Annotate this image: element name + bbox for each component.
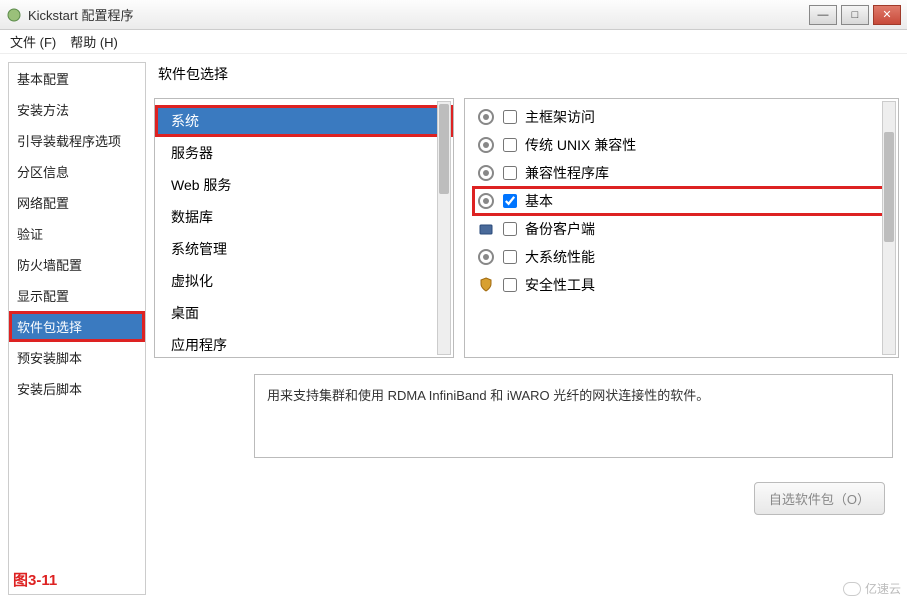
custom-packages-button[interactable]: 自选软件包（O） xyxy=(754,482,885,515)
menubar: 文件 (F) 帮助 (H) xyxy=(0,30,907,54)
package-item[interactable]: 备份客户端 xyxy=(473,215,890,243)
package-item[interactable]: 主框架访问 xyxy=(473,103,890,131)
box-icon xyxy=(477,220,495,238)
shield-icon xyxy=(477,276,495,294)
package-checkbox[interactable] xyxy=(503,250,517,264)
maximize-button[interactable]: □ xyxy=(841,5,869,25)
scrollbar[interactable] xyxy=(437,101,451,355)
package-item[interactable]: 传统 UNIX 兼容性 xyxy=(473,131,890,159)
package-item[interactable]: 兼容性程序库 xyxy=(473,159,890,187)
package-label: 基本 xyxy=(525,191,553,211)
app-icon xyxy=(6,7,22,23)
package-checkbox[interactable] xyxy=(503,194,517,208)
sidebar-item[interactable]: 分区信息 xyxy=(9,156,145,187)
package-checkbox[interactable] xyxy=(503,166,517,180)
package-label: 兼容性程序库 xyxy=(525,163,609,183)
close-button[interactable]: ✕ xyxy=(873,5,901,25)
sidebar-item[interactable]: 预安装脚本 xyxy=(9,342,145,373)
package-label: 安全性工具 xyxy=(525,275,595,295)
page-title: 软件包选择 xyxy=(154,62,899,90)
gear-icon xyxy=(477,108,495,126)
sidebar-item[interactable]: 网络配置 xyxy=(9,187,145,218)
scrollbar[interactable] xyxy=(882,101,896,355)
category-item[interactable]: 应用程序 xyxy=(155,329,453,358)
category-item[interactable]: 系统 xyxy=(155,105,453,137)
menu-file[interactable]: 文件 (F) xyxy=(10,32,56,51)
package-label: 主框架访问 xyxy=(525,107,595,127)
category-item[interactable]: 系统管理 xyxy=(155,233,453,265)
sidebar-item[interactable]: 防火墙配置 xyxy=(9,249,145,280)
package-checkbox[interactable] xyxy=(503,110,517,124)
gear-icon xyxy=(477,164,495,182)
package-checkbox[interactable] xyxy=(503,278,517,292)
minimize-button[interactable]: — xyxy=(809,5,837,25)
window-title: Kickstart 配置程序 xyxy=(28,5,803,24)
watermark-logo-icon xyxy=(843,582,861,596)
description-box: 用来支持集群和使用 RDMA InfiniBand 和 iWARO 光纤的网状连… xyxy=(254,374,893,458)
category-list: 系统服务器Web 服务数据库系统管理虚拟化桌面应用程序 xyxy=(154,98,454,358)
sidebar-item[interactable]: 显示配置 xyxy=(9,280,145,311)
category-item[interactable]: 桌面 xyxy=(155,297,453,329)
category-item[interactable]: 虚拟化 xyxy=(155,265,453,297)
package-checkbox[interactable] xyxy=(503,222,517,236)
package-item[interactable]: 基本 xyxy=(473,187,890,215)
category-item[interactable]: 服务器 xyxy=(155,137,453,169)
category-item[interactable]: 数据库 xyxy=(155,201,453,233)
gear-icon xyxy=(477,136,495,154)
sidebar-item[interactable]: 安装后脚本 xyxy=(9,373,145,404)
sidebar-item[interactable]: 基本配置 xyxy=(9,63,145,94)
gear-icon xyxy=(477,248,495,266)
package-label: 备份客户端 xyxy=(525,219,595,239)
package-checkbox[interactable] xyxy=(503,138,517,152)
sidebar: 基本配置安装方法引导装载程序选项分区信息网络配置验证防火墙配置显示配置软件包选择… xyxy=(8,62,146,595)
sidebar-item[interactable]: 软件包选择 xyxy=(9,311,145,342)
package-label: 传统 UNIX 兼容性 xyxy=(525,135,636,155)
category-item[interactable]: Web 服务 xyxy=(155,169,453,201)
package-label: 大系统性能 xyxy=(525,247,595,267)
package-item[interactable]: 安全性工具 xyxy=(473,271,890,299)
menu-help[interactable]: 帮助 (H) xyxy=(70,32,118,51)
figure-label: 图3-11 xyxy=(13,569,57,590)
sidebar-item[interactable]: 引导装载程序选项 xyxy=(9,125,145,156)
watermark: 亿速云 xyxy=(843,580,901,597)
sidebar-item[interactable]: 验证 xyxy=(9,218,145,249)
package-item[interactable]: 大系统性能 xyxy=(473,243,890,271)
package-list: 主框架访问传统 UNIX 兼容性兼容性程序库基本备份客户端大系统性能安全性工具 xyxy=(464,98,899,358)
sidebar-item[interactable]: 安装方法 xyxy=(9,94,145,125)
gear-icon xyxy=(477,192,495,210)
titlebar: Kickstart 配置程序 — □ ✕ xyxy=(0,0,907,30)
